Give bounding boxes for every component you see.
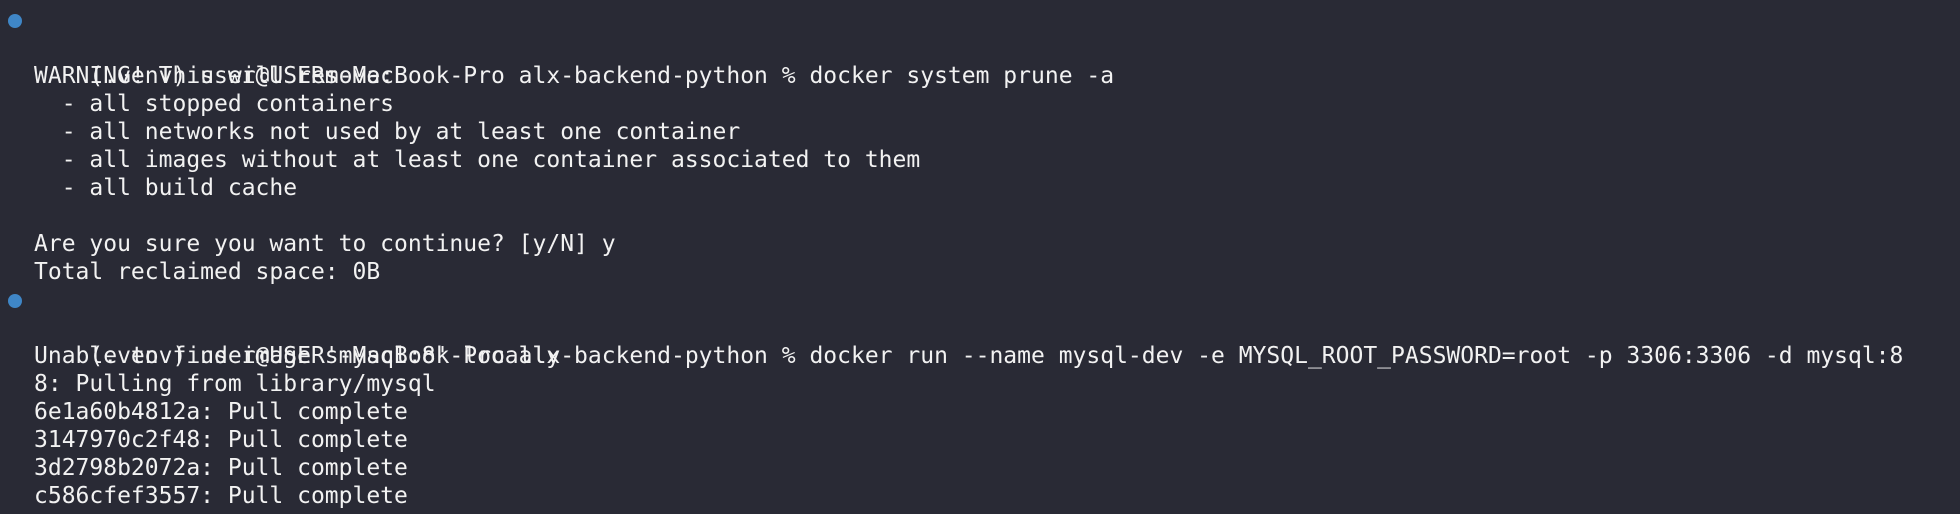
output-line: 3147970c2f48: Pull complete <box>34 427 408 453</box>
output-line: c586cfef3557: Pull complete <box>34 483 408 509</box>
output-line: - all networks not used by at least one … <box>34 119 741 145</box>
output-line: 3d2798b2072a: Pull complete <box>34 455 408 481</box>
output-line: 6e1a60b4812a: Pull complete <box>34 399 408 425</box>
output-line: - all images without at least one contai… <box>34 147 921 173</box>
output-line: Total reclaimed space: 0B <box>34 259 381 285</box>
output-line: Unable to find image 'mysql:8' locally <box>34 343 561 369</box>
command-status-dot-icon[interactable] <box>8 294 22 308</box>
output-line: 8: Pulling from library/mysql <box>34 371 436 397</box>
output-line: - all stopped containers <box>34 91 395 117</box>
output-line: - all build cache <box>34 175 298 201</box>
terminal-window[interactable]: (.venv) user@USERs-MacBook-Pro alx-backe… <box>0 0 1960 514</box>
command-status-dot-icon[interactable] <box>8 14 22 28</box>
prompt-line: (.venv) user@USERs-MacBook-Pro alx-backe… <box>0 6 1960 89</box>
output-line: WARNING! This will remove: <box>34 63 395 89</box>
output-line: Are you sure you want to continue? [y/N]… <box>34 231 616 257</box>
prompt-line: (.venv) user@USERs-MacBook-Pro alx-backe… <box>0 286 1960 369</box>
